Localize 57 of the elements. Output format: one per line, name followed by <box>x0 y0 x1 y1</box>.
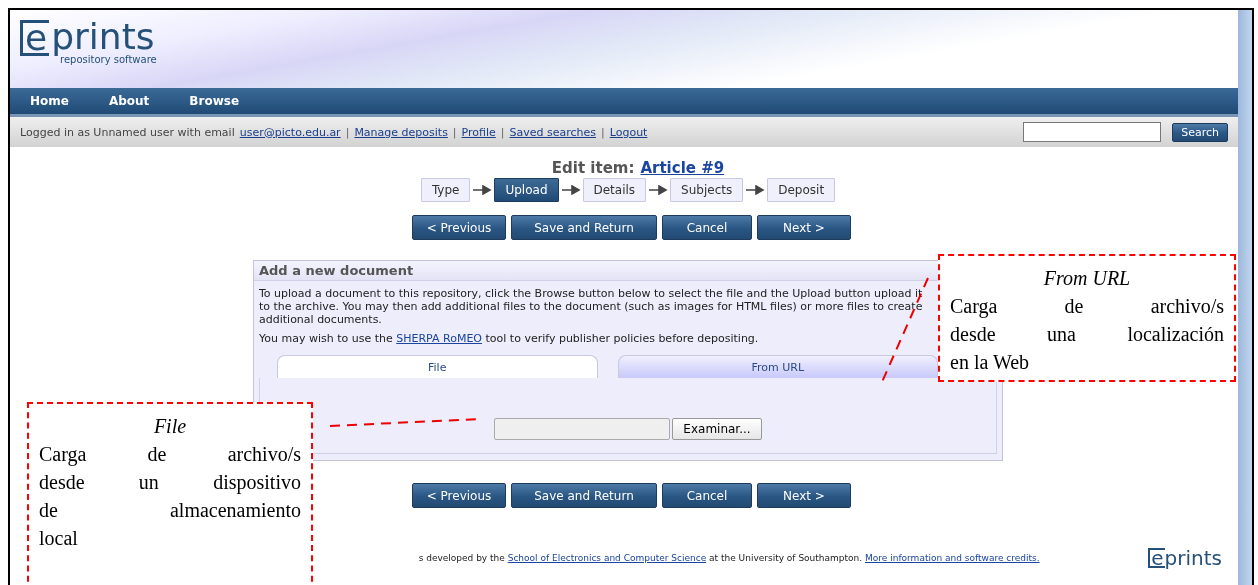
form-button[interactable]: Next > <box>757 215 851 240</box>
annotation-text: de almacenamiento <box>39 498 301 523</box>
footer-text: s developed by the <box>418 553 505 563</box>
form-button[interactable]: Next > <box>757 483 851 508</box>
file-path-field[interactable] <box>494 418 671 440</box>
form-button[interactable]: < Previous <box>412 483 506 508</box>
login-bar-link[interactable]: Profile <box>461 125 496 139</box>
browse-button[interactable]: Examinar... <box>672 418 762 440</box>
annotation-text: Carga de archivo/s <box>950 294 1224 320</box>
footer-text: at the University of Southampton. <box>709 553 863 563</box>
romeo-note: You may wish to use the SHERPA RoMEO tool to verify publisher policies before depositing. <box>259 332 760 345</box>
form-button[interactable]: Cancel <box>662 483 752 508</box>
form-button[interactable]: Save and Return <box>511 215 657 240</box>
annotation-title: File <box>152 414 188 439</box>
instructions-text: To upload a document to this repository, click the Browse button below to select the file and the Upload button upload it to the archive. You may then add additional files to the document (such as images for HTML files) or more files to create additional documents. <box>259 287 924 326</box>
separator: | <box>601 125 605 139</box>
separator: | <box>452 125 457 139</box>
login-bar-link[interactable]: user@picto.edu.ar <box>239 125 341 139</box>
annotation-text: desde un dispositivo <box>39 470 301 496</box>
page-title: Edit item: <box>551 159 635 177</box>
nav-link[interactable]: Browse <box>177 94 252 108</box>
arrow-icon <box>472 185 493 195</box>
form-button[interactable]: Save and Return <box>511 483 657 508</box>
workflow-step[interactable]: Subjects <box>670 178 744 202</box>
workflow-step[interactable]: Details <box>582 178 647 202</box>
annotation-text: desde una localización <box>950 322 1224 347</box>
form-button[interactable]: Cancel <box>662 215 752 240</box>
footer-logo[interactable]: eprints <box>1148 548 1222 568</box>
upload-tab[interactable]: File <box>277 355 598 378</box>
login-bar-link[interactable]: Manage deposits <box>354 125 448 139</box>
workflow-step[interactable]: Upload <box>494 178 559 202</box>
nav-link[interactable]: About <box>96 94 162 108</box>
form-button[interactable]: < Previous <box>412 215 506 240</box>
footer-link[interactable]: School of Electronics and Computer Science <box>507 553 707 563</box>
arrow-icon <box>648 185 669 195</box>
separator: | <box>500 125 505 139</box>
arrow-icon <box>560 185 581 195</box>
annotation-text: Carga de archivo/s <box>39 442 301 468</box>
annotation-text: en la Web <box>950 350 1031 375</box>
scrollbar[interactable] <box>1238 10 1252 585</box>
annotation-text: local <box>39 526 79 551</box>
login-status-text: Logged in as Unnamed user with email <box>20 125 235 139</box>
search-button[interactable]: Search <box>1172 122 1228 142</box>
search-field[interactable] <box>1023 122 1162 142</box>
upload-tab[interactable]: From URL <box>617 355 938 378</box>
separator: | <box>345 125 350 139</box>
workflow-step[interactable]: Deposit <box>767 178 836 202</box>
annotation-title: From URL <box>1042 266 1132 291</box>
login-bar-link[interactable]: Logout <box>609 125 648 139</box>
item-link[interactable]: Article #9 <box>640 159 725 177</box>
footer-link[interactable]: More information and software credits. <box>865 553 1040 563</box>
arrow-icon <box>745 185 766 195</box>
logo: e prints repository software <box>20 18 157 65</box>
nav-link[interactable]: Home <box>18 94 81 108</box>
login-bar-link[interactable]: Saved searches <box>509 125 597 139</box>
workflow-step[interactable]: Type <box>420 178 471 202</box>
romeo-link[interactable]: SHERPA RoMEO <box>396 332 482 345</box>
